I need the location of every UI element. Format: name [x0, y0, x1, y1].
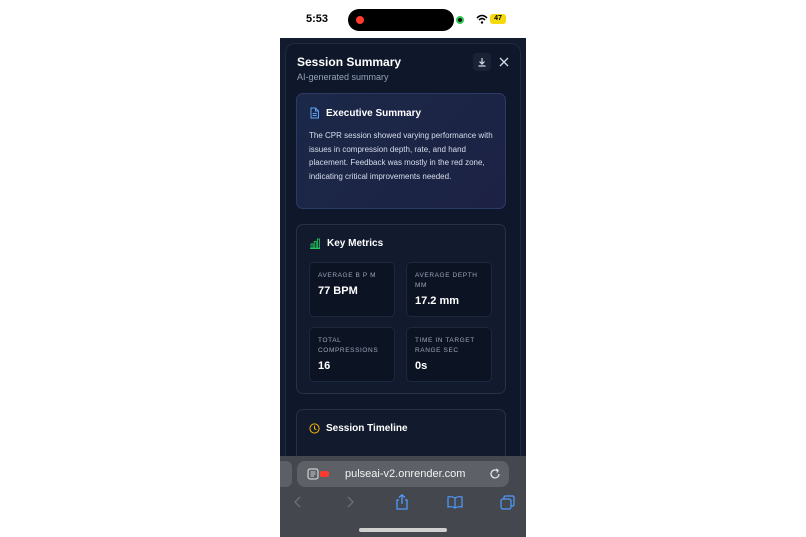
battery-icon: 47 [490, 14, 506, 24]
dynamic-island [348, 9, 454, 31]
metric-label: TOTAL COMPRESSIONS [318, 337, 379, 354]
browser-bottom-bar: pulseai-v2.onrender.com [280, 456, 526, 537]
clock-icon [309, 423, 320, 434]
previous-tab-peek[interactable] [280, 461, 292, 487]
status-time: 5:53 [306, 13, 329, 25]
download-button[interactable] [473, 53, 491, 71]
metric-label: AVERAGE B P M [318, 272, 377, 279]
tabs-button[interactable] [497, 492, 517, 512]
session-timeline-header: Session Timeline [309, 423, 408, 434]
bar-chart-icon [310, 238, 320, 249]
key-metrics-card: Key Metrics AVERAGE B P M 77 BPM AVERAGE… [296, 224, 506, 394]
metric-time-in-target: TIME IN TARGET RANGE SEC 0s [406, 327, 492, 382]
metric-total-compressions: TOTAL COMPRESSIONS 16 [309, 327, 395, 382]
executive-summary-card: Executive Summary The CPR session showed… [296, 93, 506, 209]
phone-screen: 5:53 47 Session Summary AI-generated sum… [280, 0, 526, 537]
wifi-icon [476, 14, 488, 24]
session-summary-modal: Session Summary AI-generated summary Exe… [285, 43, 521, 456]
close-button[interactable] [496, 53, 512, 71]
document-icon [310, 107, 319, 119]
modal-subtitle: AI-generated summary [297, 72, 389, 82]
forward-icon [347, 496, 354, 508]
metric-label: TIME IN TARGET RANGE SEC [415, 337, 475, 354]
url-text: pulseai-v2.onrender.com [345, 468, 466, 480]
reload-icon[interactable] [489, 468, 501, 480]
recording-indicator [356, 16, 364, 24]
forward-button[interactable] [340, 492, 360, 512]
close-icon [499, 57, 509, 67]
executive-summary-text: The CPR session showed varying performan… [309, 131, 493, 181]
reader-icon[interactable] [307, 468, 331, 480]
metric-value: 0s [415, 360, 428, 372]
camera-indicator [456, 16, 464, 24]
metric-average-depth: AVERAGE DEPTH MM 17.2 mm [406, 262, 492, 317]
browser-toolbar [280, 492, 526, 512]
session-timeline-card: Session Timeline [296, 409, 506, 456]
tabs-icon [499, 494, 515, 510]
metric-value: 77 BPM [318, 285, 358, 297]
executive-summary-title: Executive Summary [326, 107, 422, 119]
metric-value: 17.2 mm [415, 295, 460, 307]
session-timeline-title: Session Timeline [326, 423, 408, 434]
home-indicator [359, 528, 447, 532]
share-button[interactable] [392, 492, 412, 512]
key-metrics-title: Key Metrics [327, 238, 384, 249]
bookmarks-button[interactable] [445, 492, 465, 512]
address-bar[interactable]: pulseai-v2.onrender.com [297, 461, 509, 487]
download-icon [478, 58, 486, 67]
back-icon [294, 496, 301, 508]
metric-average-bpm: AVERAGE B P M 77 BPM [309, 262, 395, 317]
back-button[interactable] [288, 492, 308, 512]
executive-summary-header: Executive Summary [309, 107, 421, 119]
metric-label: AVERAGE DEPTH MM [415, 272, 478, 289]
key-metrics-header: Key Metrics [309, 238, 383, 249]
modal-title: Session Summary [297, 55, 402, 69]
web-content: Session Summary AI-generated summary Exe… [280, 38, 526, 456]
bookmarks-icon [447, 496, 463, 509]
share-icon [396, 494, 408, 510]
status-bar: 5:53 47 [280, 0, 526, 38]
metric-value: 16 [318, 360, 331, 372]
